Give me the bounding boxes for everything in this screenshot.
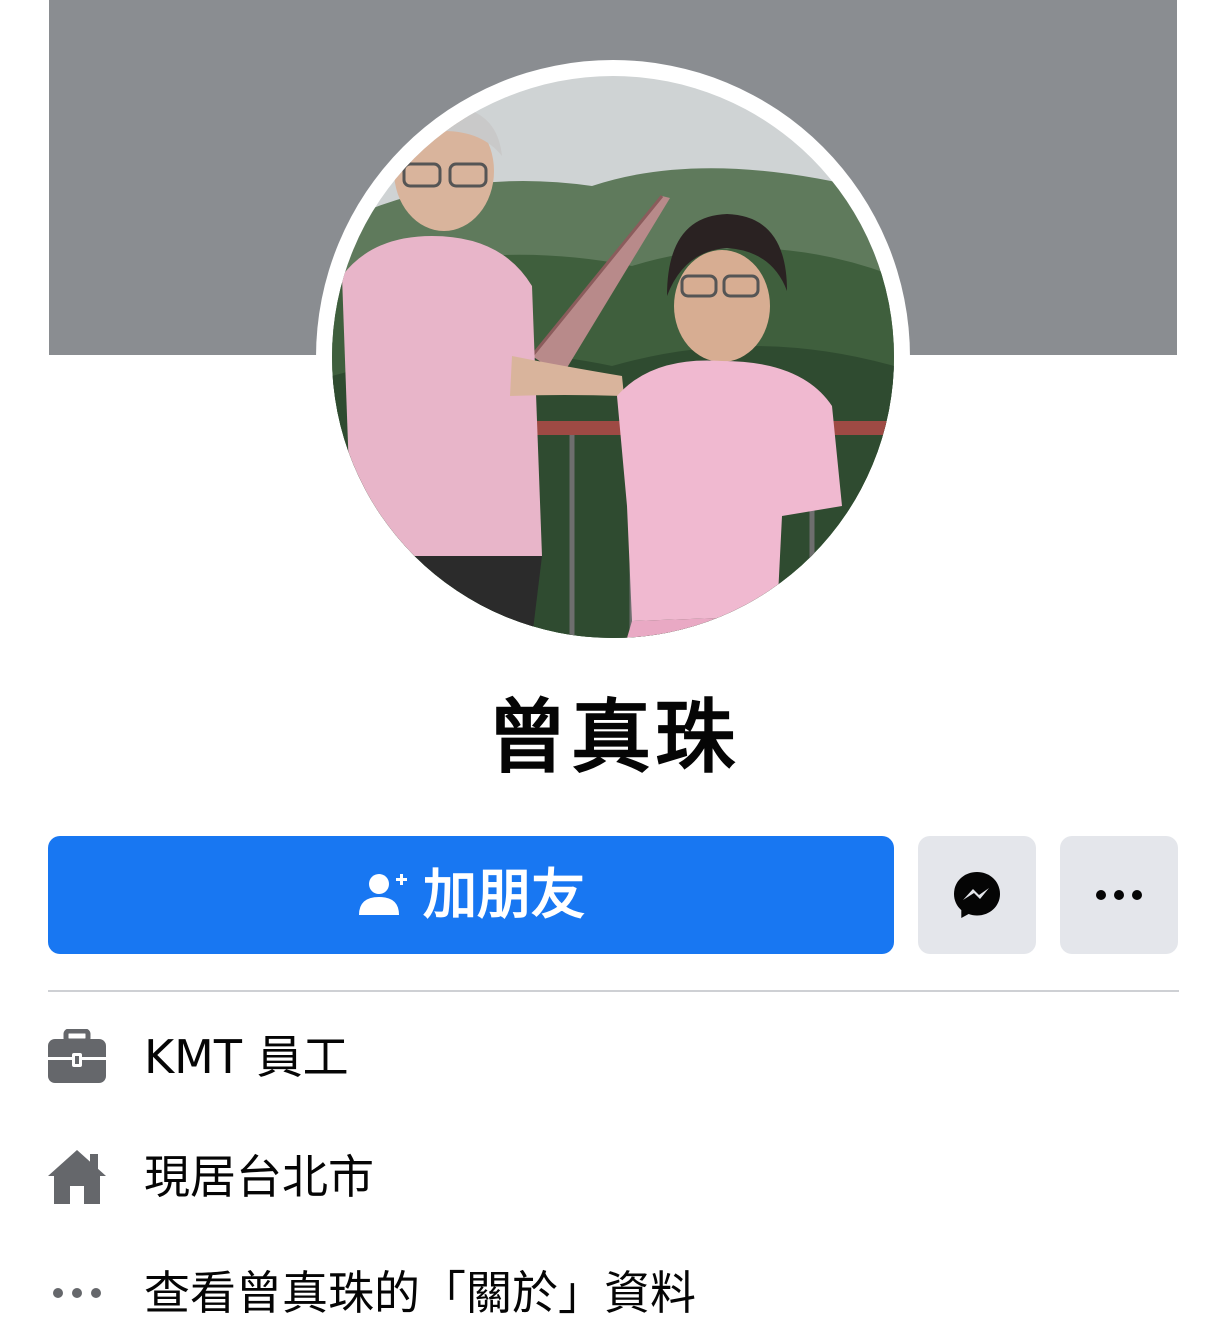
more-dots-icon: [1093, 887, 1145, 903]
add-friend-button[interactable]: 加朋友: [48, 836, 894, 954]
profile-name: 曾真珠: [487, 691, 739, 784]
section-divider: [48, 990, 1179, 992]
messenger-icon: [951, 869, 1003, 921]
more-options-button[interactable]: [1060, 836, 1178, 954]
add-friend-label: 加朋友: [423, 863, 585, 926]
work-text: KMT 員工: [144, 1030, 349, 1084]
add-friend-icon: [357, 869, 409, 921]
info-row-about[interactable]: 查看曾真珠的「關於」資料: [46, 1258, 1186, 1328]
info-row-home: 現居台北市: [46, 1142, 1186, 1212]
messenger-button[interactable]: [918, 836, 1036, 954]
home-icon: [46, 1146, 108, 1208]
briefcase-icon: [46, 1026, 108, 1088]
home-text: 現居台北市: [144, 1150, 374, 1204]
profile-picture[interactable]: [332, 76, 894, 638]
about-link-text[interactable]: 查看曾真珠的「關於」資料: [144, 1265, 696, 1321]
info-row-work: KMT 員工: [46, 1022, 1186, 1092]
more-dots-icon: [46, 1262, 108, 1324]
